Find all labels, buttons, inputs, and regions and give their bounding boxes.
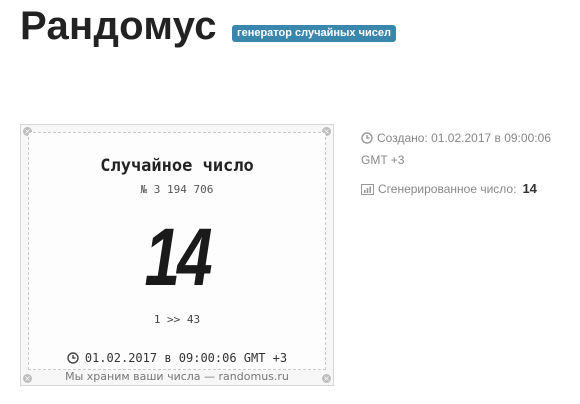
site-title: Рандомус xyxy=(20,4,217,48)
card-title: Случайное число xyxy=(100,156,254,176)
created-label: Создано: xyxy=(377,131,428,145)
random-number-card: × × × × Случайное число № 3 194 706 14 1… xyxy=(20,124,334,386)
site-subtitle-badge: генератор случайных чисел xyxy=(232,25,396,42)
generated-value: 14 xyxy=(522,181,537,196)
generated-label: Сгенерированное число: xyxy=(378,182,517,196)
clock-icon xyxy=(361,132,373,144)
card-date-text: 01.02.2017 в 09:00:06 GMT +3 xyxy=(84,351,288,365)
created-info: Создано: 01.02.2017 в 09:00:06 GMT +3 xyxy=(361,127,571,171)
card-number-line: № 3 194 706 xyxy=(140,183,214,196)
clock-icon xyxy=(67,352,79,364)
random-value: 14 xyxy=(144,212,213,303)
bar-chart-icon xyxy=(361,184,374,195)
range-text: 1 >> 43 xyxy=(153,313,201,326)
card-date: 01.02.2017 в 09:00:06 GMT +3 xyxy=(29,351,325,365)
card-footer: Мы храним ваши числа — randomus.ru xyxy=(65,370,289,383)
generated-info: Сгенерированное число: 14 xyxy=(361,181,537,197)
card-frame: Случайное число № 3 194 706 14 1 >> 43 0… xyxy=(28,132,326,370)
